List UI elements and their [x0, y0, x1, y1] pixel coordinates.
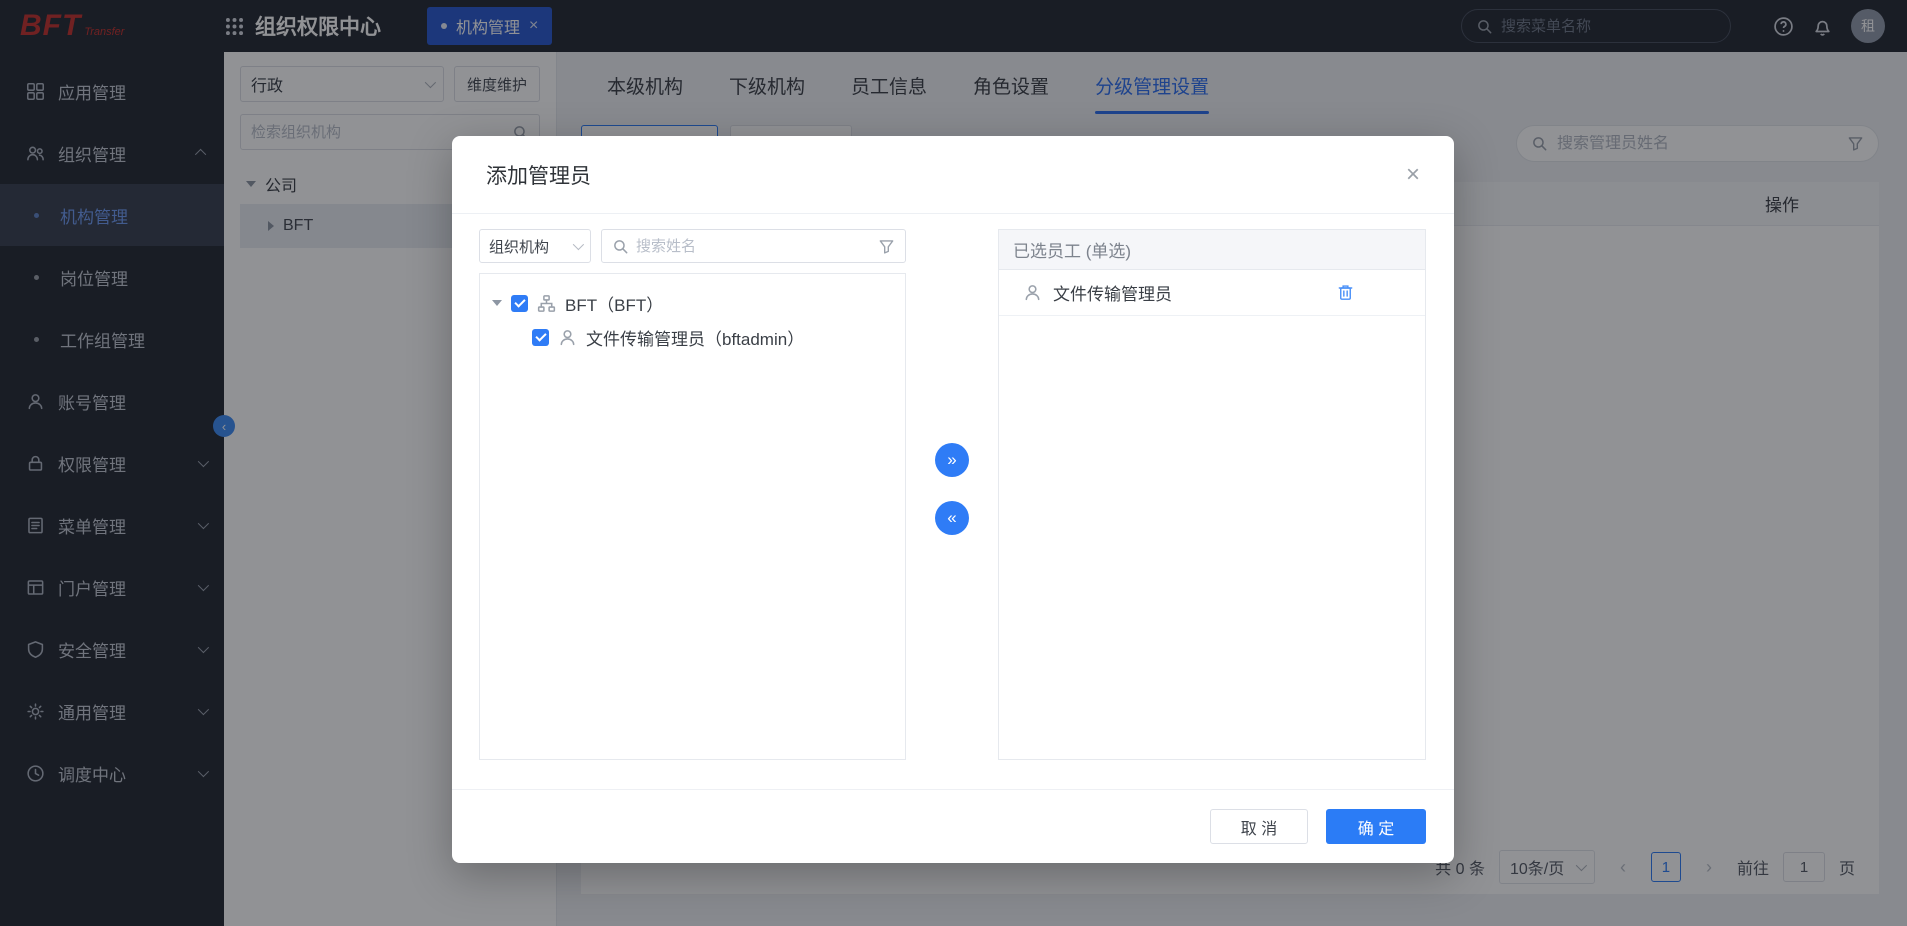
modal-body: 组织机构 [479, 229, 1426, 760]
app-root: BFT Transfer 组织权限中心 机构管理 × [0, 0, 1907, 926]
picker-node-label: 文件传输管理员（bftadmin） [586, 325, 804, 350]
trash-icon[interactable] [1336, 283, 1355, 302]
name-search-input[interactable] [636, 238, 871, 255]
name-search[interactable] [601, 229, 906, 263]
picker-column: 组织机构 [479, 229, 906, 760]
selected-list-item[interactable]: 文件传输管理员 [999, 270, 1425, 316]
transfer-right-button[interactable]: » [935, 443, 969, 477]
org-sitemap-icon [537, 294, 556, 313]
transfer-left-button[interactable]: « [935, 501, 969, 535]
org-type-select-value: 组织机构 [489, 236, 549, 257]
checkbox-checked[interactable] [511, 295, 528, 312]
caret-down-icon[interactable] [492, 300, 502, 306]
close-icon[interactable]: × [1406, 163, 1420, 187]
add-admin-modal: 添加管理员 × 组织机构 [452, 136, 1454, 863]
filter-icon[interactable] [878, 238, 895, 255]
modal-header: 添加管理员 × [452, 136, 1454, 214]
search-icon [612, 238, 629, 255]
picker-node-label: BFT（BFT） [565, 291, 663, 316]
user-icon [1023, 283, 1042, 302]
modal-footer: 取 消 确 定 [452, 789, 1454, 863]
picker-tree: BFT（BFT） 文件传输管理员（bftadmin） [479, 273, 906, 760]
confirm-button[interactable]: 确 定 [1326, 809, 1426, 844]
cancel-button[interactable]: 取 消 [1210, 809, 1308, 844]
org-type-select[interactable]: 组织机构 [479, 229, 591, 263]
transfer-column: » « [906, 229, 998, 760]
checkbox-checked[interactable] [532, 329, 549, 346]
user-icon [558, 328, 577, 347]
picker-tree-node-admin[interactable]: 文件传输管理员（bftadmin） [492, 320, 893, 354]
picker-tree-node-bft[interactable]: BFT（BFT） [492, 286, 893, 320]
picker-filter-row: 组织机构 [479, 229, 906, 263]
selected-column: 已选员工 (单选) 文件传输管理员 [998, 229, 1426, 760]
selected-item-label: 文件传输管理员 [1053, 280, 1172, 305]
modal-title: 添加管理员 [486, 160, 591, 190]
selected-list-header: 已选员工 (单选) [999, 230, 1425, 270]
chevron-down-icon [573, 239, 584, 250]
